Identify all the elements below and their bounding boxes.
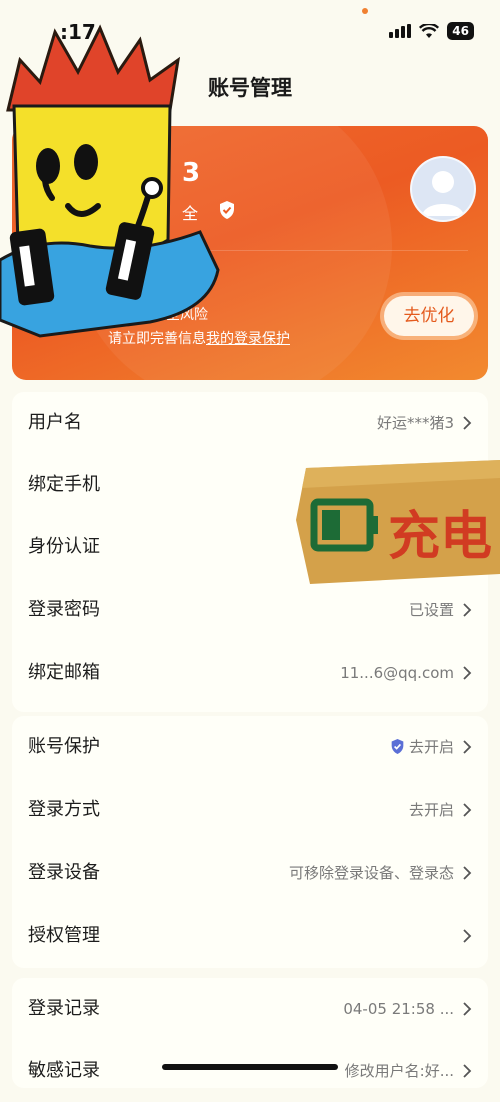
row-login-records[interactable]: 登录记录 04-05 21:58 ...	[12, 978, 488, 1040]
camera-indicator-dot	[362, 8, 368, 14]
row-login-devices[interactable]: 登录设备 可移除登录设备、登录态	[12, 842, 488, 904]
row-value: 可移除登录设备、登录态	[288, 864, 454, 882]
row-password[interactable]: 登录密码 已设置	[12, 579, 488, 641]
chevron-right-icon	[463, 1002, 472, 1016]
home-indicator[interactable]	[162, 1064, 338, 1070]
records-section: 登录记录 04-05 21:58 ... 敏感记录 修改用户名:好...	[12, 978, 488, 1088]
row-login-method[interactable]: 登录方式 去开启	[12, 779, 488, 841]
row-label: 登录记录	[28, 998, 100, 1019]
row-value: 去开启	[408, 738, 454, 756]
wifi-icon	[419, 23, 440, 38]
row-value: 好运***猪3	[376, 414, 454, 432]
chevron-right-icon	[463, 603, 472, 617]
row-value: 04-05 21:58 ...	[343, 1000, 454, 1018]
avatar[interactable]	[410, 156, 476, 222]
charging-sticker: 充电	[296, 460, 500, 584]
security-section: 账号保护 去开启 登录方式 去开启 登录设备 可移除登录设备、登录态 授权管理	[12, 716, 488, 968]
battery-icon: 46	[447, 22, 474, 40]
row-value: 去开启	[408, 801, 454, 819]
row-label: 登录密码	[28, 599, 100, 620]
row-label: 账号保护	[28, 736, 100, 757]
chevron-right-icon	[463, 1064, 472, 1078]
row-value-wrap: 去开启	[390, 716, 454, 778]
status-icons: 46	[389, 22, 474, 40]
chevron-right-icon	[463, 929, 472, 943]
row-bind-email[interactable]: 绑定邮箱 11...6@qq.com	[12, 642, 488, 704]
optimize-button[interactable]: 去优化	[384, 296, 474, 336]
row-label: 用户名	[28, 412, 82, 433]
chevron-right-icon	[463, 866, 472, 880]
row-value: 已设置	[408, 601, 454, 619]
chevron-right-icon	[463, 740, 472, 754]
row-label: 绑定手机	[28, 474, 100, 495]
cellular-signal-icon	[389, 24, 412, 38]
chevron-right-icon	[463, 666, 472, 680]
row-sensitive-records[interactable]: 敏感记录 修改用户名:好...	[12, 1040, 488, 1102]
row-value: 修改用户名:好...	[344, 1062, 454, 1080]
row-label: 登录设备	[28, 862, 100, 883]
row-label: 登录方式	[28, 799, 100, 820]
cartoon-boy-sticker	[0, 24, 220, 338]
row-label: 授权管理	[28, 925, 100, 946]
row-account-protection[interactable]: 账号保护 去开启	[12, 716, 488, 778]
row-username[interactable]: 用户名 好运***猪3	[12, 392, 488, 454]
chevron-right-icon	[463, 803, 472, 817]
row-label: 身份认证	[28, 536, 100, 557]
row-value: 11...6@qq.com	[340, 664, 454, 682]
chevron-right-icon	[463, 416, 472, 430]
default-avatar-icon	[422, 171, 464, 216]
charge-label: 充电	[388, 507, 492, 567]
row-label: 敏感记录	[28, 1060, 100, 1081]
shield-check-icon	[391, 739, 404, 754]
row-label: 绑定邮箱	[28, 662, 100, 683]
row-authorization[interactable]: 授权管理	[12, 905, 488, 967]
